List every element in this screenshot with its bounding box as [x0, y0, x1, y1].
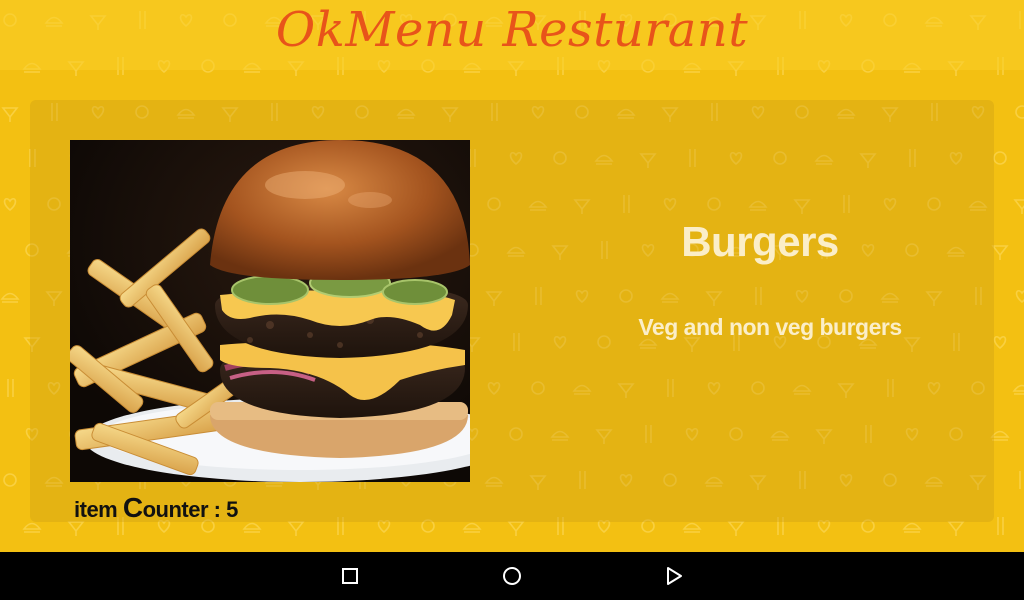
recents-button[interactable] — [320, 552, 380, 600]
app-header: OkMenu Resturant — [0, 0, 1024, 70]
square-icon — [342, 568, 358, 584]
category-description: Veg and non veg burgers — [638, 314, 902, 340]
item-counter-value: 5 — [226, 497, 238, 522]
item-counter-label: ounter : — [142, 497, 227, 522]
system-navigation-bar — [0, 552, 1024, 600]
home-button[interactable] — [482, 552, 542, 600]
item-counter-prefix: item — [74, 497, 123, 522]
triangle-icon — [667, 567, 682, 585]
circle-icon — [503, 567, 521, 585]
category-title: Burgers — [681, 218, 839, 265]
burger-image[interactable] — [70, 140, 470, 482]
item-counter-initial: C — [122, 492, 143, 523]
app-title: OkMenu Resturant — [275, 2, 749, 58]
back-button[interactable] — [644, 552, 704, 600]
app-screen: OkMenu Resturant Burgers Veg and non veg… — [0, 0, 1024, 600]
item-counter: item Counter : 5 — [74, 492, 238, 524]
